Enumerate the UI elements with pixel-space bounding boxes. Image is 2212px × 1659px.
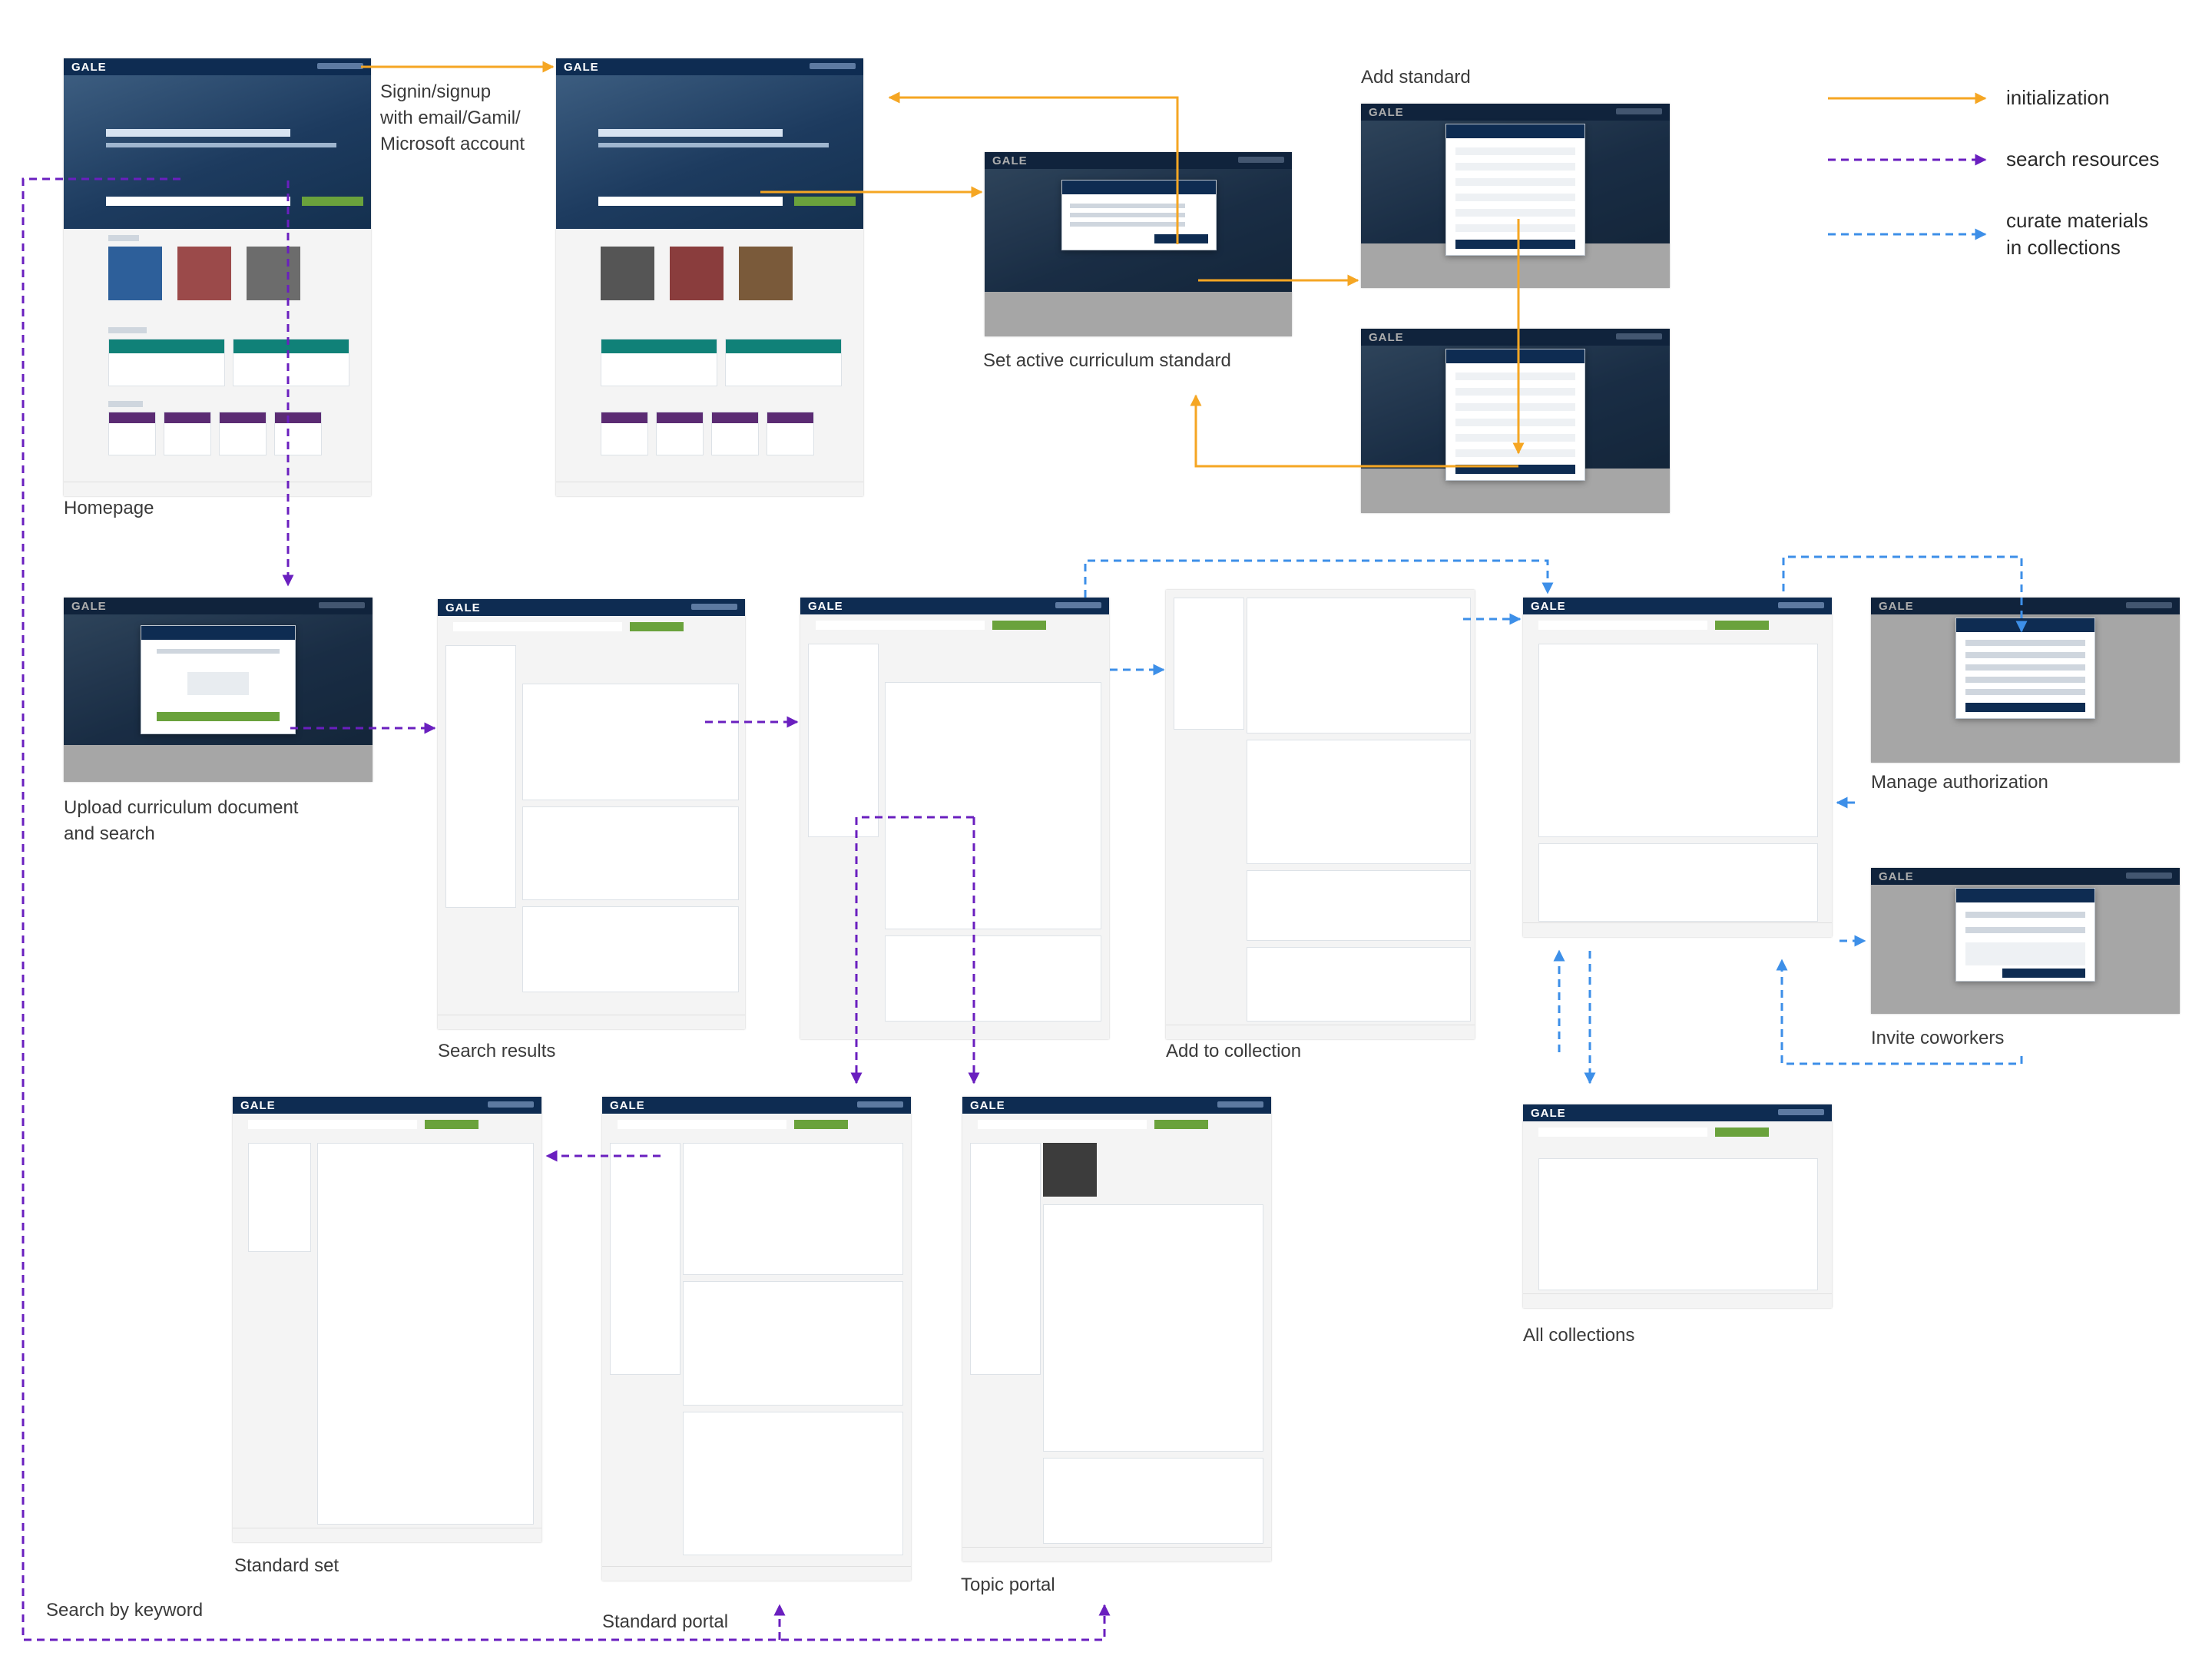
label-topic-portal: Topic portal xyxy=(961,1575,1055,1595)
flow-arrows xyxy=(22,61,2028,1641)
label-set-standard: Set active curriculum standard xyxy=(983,350,1231,371)
label-manage-authorization: Manage authorization xyxy=(1871,772,2048,793)
label-search-results: Search results xyxy=(438,1041,556,1061)
label-signin-line-3: Microsoft account xyxy=(380,134,525,154)
legend-curate-line-2: in collections xyxy=(2006,236,2121,259)
label-all-collections: All collections xyxy=(1523,1325,1635,1346)
legend-search-resources: search resources xyxy=(2006,147,2160,171)
label-add-standard: Add standard xyxy=(1361,67,1471,88)
curate-collections-arrows xyxy=(1084,555,2028,1084)
label-upload-line-1: Upload curriculum document xyxy=(64,797,299,818)
label-search-by-keyword: Search by keyword xyxy=(46,1600,204,1621)
label-add-to-collection: Add to collection xyxy=(1166,1041,1302,1061)
legend-initialization: initialization xyxy=(2006,86,2110,109)
user-flow-diagram: GALE GALE GALE GALE GALE GALE GALE GALE … xyxy=(0,0,2212,1659)
label-homepage: Homepage xyxy=(64,498,154,518)
initialization-arrows xyxy=(361,61,1525,468)
label-signin-line-2: with email/Gamil/ xyxy=(380,108,521,128)
legend-arrows xyxy=(1828,92,1987,240)
label-signin-line-1: Signin/signup xyxy=(380,81,492,102)
label-standard-set: Standard set xyxy=(234,1555,339,1576)
label-standard-portal: Standard portal xyxy=(602,1611,729,1632)
label-invite-coworkers: Invite coworkers xyxy=(1871,1028,2005,1048)
search-resources-arrows xyxy=(22,177,1111,1641)
label-upload-line-2: and search xyxy=(64,823,155,844)
legend-curate-line-1: curate materials xyxy=(2006,209,2148,232)
